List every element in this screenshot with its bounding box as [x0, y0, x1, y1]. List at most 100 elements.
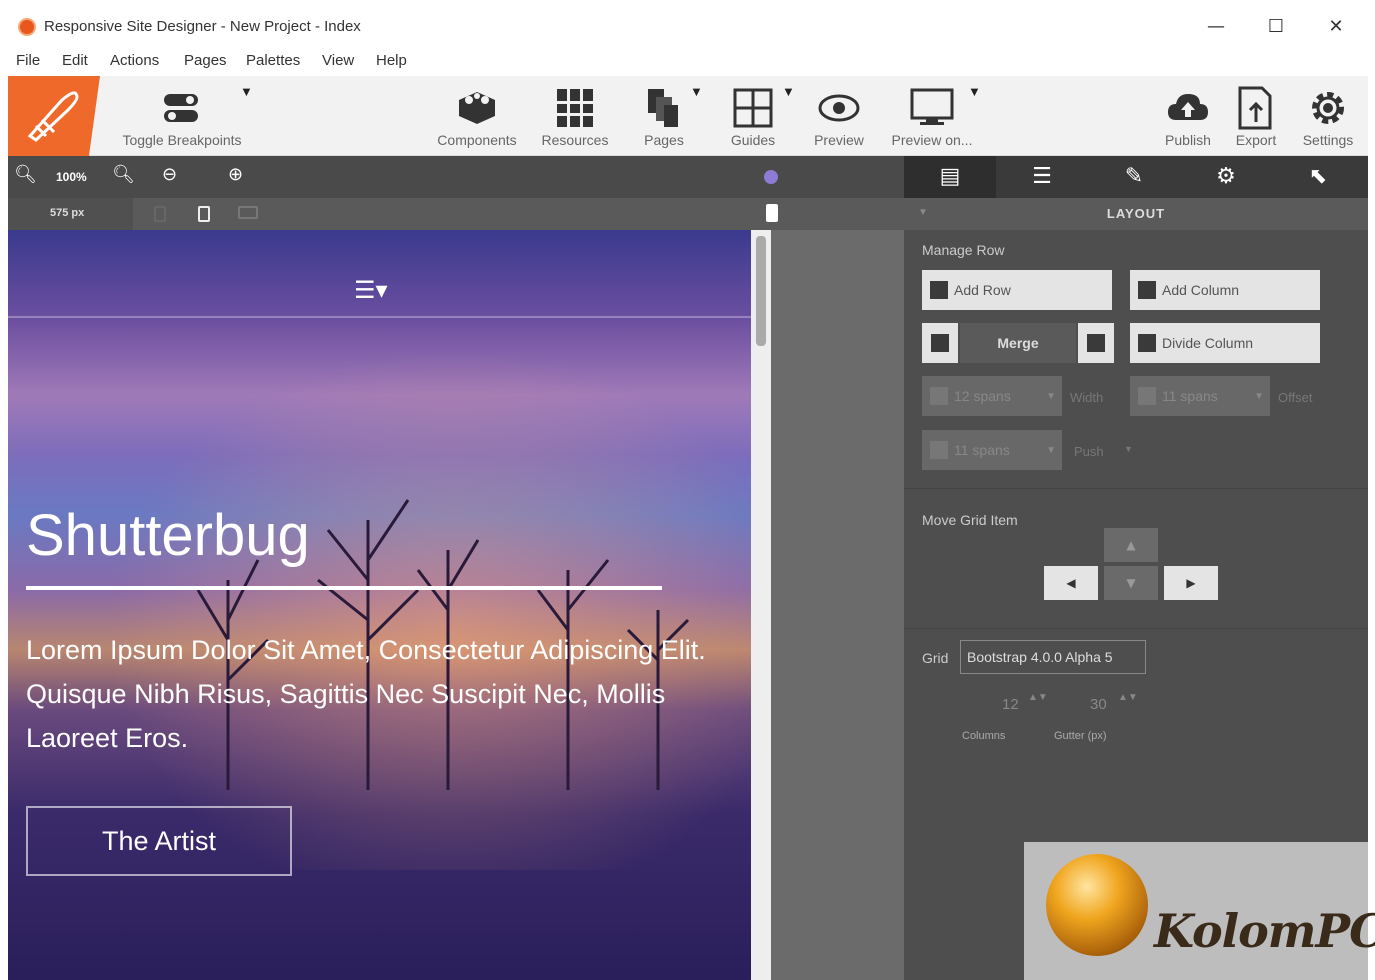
manage-row-label: Manage Row — [922, 242, 1005, 258]
grid-label: Grid — [922, 650, 949, 666]
columns-spinner-arrows-icon[interactable]: ▲▼ — [1028, 692, 1048, 703]
app-icon — [18, 18, 36, 36]
merge-right-button[interactable] — [1078, 323, 1114, 363]
tab-layout[interactable]: ▤ — [904, 156, 996, 198]
divide-column-icon — [1138, 334, 1156, 352]
minimize-button[interactable]: — — [1196, 14, 1236, 40]
tab-style[interactable]: ✎ — [1088, 156, 1180, 198]
tab-inspect[interactable]: ⬉ — [1272, 156, 1364, 198]
menu-file[interactable]: File — [16, 52, 40, 69]
width-select[interactable]: 12 spans ▼ — [922, 376, 1062, 416]
breakpoint-bar: 575 px — [8, 198, 904, 230]
toggle-breakpoints-button[interactable]: Toggle Breakpoints — [112, 84, 252, 148]
pages-dropdown[interactable]: ▼ — [690, 84, 703, 99]
settings-button[interactable]: Settings — [1296, 84, 1360, 148]
move-right-button[interactable]: ▶ — [1164, 566, 1218, 600]
tablet-icon[interactable] — [198, 206, 210, 222]
window-title: Responsive Site Designer - New Project -… — [44, 18, 361, 35]
app-logo — [8, 76, 100, 156]
merge-label: Merge — [960, 323, 1076, 363]
eye-icon — [806, 84, 872, 132]
hamburger-menu-icon[interactable]: ☰▾ — [354, 276, 388, 304]
divide-column-button[interactable]: Divide Column — [1130, 323, 1320, 363]
offset-label: Offset — [1278, 390, 1313, 405]
tab-list[interactable]: ☰ — [996, 156, 1088, 198]
menu-help[interactable]: Help — [376, 52, 407, 69]
section-divider — [904, 628, 1368, 629]
title-bar: Responsive Site Designer - New Project -… — [8, 8, 1368, 46]
hero-paragraph[interactable]: Lorem Ipsum Dolor Sit Amet, Consectetur … — [26, 628, 726, 760]
watermark-text: KolomPC — [1154, 904, 1375, 958]
components-button[interactable]: Components — [432, 84, 522, 148]
zoom-bar: 🔍︎ 100% 🔍︎ ⊖ ⊕ — [8, 156, 904, 198]
push-select[interactable]: 11 spans ▼ — [922, 430, 1062, 470]
columns-label: Columns — [962, 730, 1006, 742]
watermark-orb — [1046, 854, 1148, 956]
menu-bar: File Edit Actions Pages Palettes View He… — [8, 46, 1368, 76]
publish-button[interactable]: Publish — [1160, 84, 1216, 148]
section-divider — [904, 488, 1368, 489]
cloud-upload-icon — [1160, 84, 1216, 132]
preview-on-button[interactable]: Preview on... — [884, 84, 980, 148]
menu-actions[interactable]: Actions — [110, 52, 159, 69]
canvas-scrollbar[interactable] — [751, 230, 771, 980]
main-toolbar: Toggle Breakpoints ▼ Components Resource… — [8, 76, 1368, 156]
design-canvas[interactable]: ☰▾ Shutterbug Lorem Ipsum Dolor Sit Amet… — [8, 230, 751, 980]
resources-button[interactable]: Resources — [534, 84, 616, 148]
watermark: KolomPC — [1024, 842, 1375, 980]
section-header[interactable]: ▼ LAYOUT — [904, 198, 1368, 230]
push-dropdown-icon[interactable]: ▼ — [1124, 444, 1133, 454]
add-row-icon — [930, 281, 948, 299]
desktop-icon[interactable] — [238, 206, 258, 219]
toggle-icon — [112, 84, 252, 132]
gutter-spinner-arrows-icon[interactable]: ▲▼ — [1118, 692, 1138, 703]
gutter-spinner[interactable]: 30 — [1090, 696, 1107, 713]
guides-button[interactable]: Guides — [720, 84, 786, 148]
move-down-button[interactable]: ▼ — [1104, 566, 1158, 600]
move-grid-item-label: Move Grid Item — [922, 512, 1018, 528]
rocket-icon — [27, 91, 79, 142]
minus-icon[interactable]: ⊖ — [162, 164, 177, 185]
plus-icon[interactable]: ⊕ — [228, 164, 243, 185]
merge-right-icon — [1087, 334, 1105, 352]
breakpoint-marker[interactable] — [764, 170, 778, 184]
breakpoint-handle[interactable] — [766, 204, 778, 222]
close-button[interactable]: ✕ — [1316, 14, 1356, 40]
push-label: Push — [1074, 444, 1104, 459]
zoom-out-icon[interactable]: 🔍︎ — [14, 164, 37, 185]
zoom-level: 100% — [56, 170, 87, 184]
export-button[interactable]: Export — [1226, 84, 1286, 148]
add-column-button[interactable]: Add Column — [1130, 270, 1320, 310]
the-artist-button[interactable]: The Artist — [26, 806, 292, 876]
tab-settings[interactable]: ⚙ — [1180, 156, 1272, 198]
add-row-button[interactable]: Add Row — [922, 270, 1112, 310]
grid-framework-select[interactable]: Bootstrap 4.0.0 Alpha 5 — [960, 640, 1146, 674]
panel-tabs: ▤ ☰ ✎ ⚙ ⬉ — [904, 156, 1368, 198]
hero-headline[interactable]: Shutterbug — [26, 502, 310, 569]
menu-palettes[interactable]: Palettes — [246, 52, 300, 69]
columns-spinner[interactable]: 12 — [1002, 696, 1019, 713]
move-up-button[interactable]: ▲ — [1104, 528, 1158, 562]
resources-icon — [534, 84, 616, 132]
monitor-icon — [884, 84, 980, 132]
maximize-button[interactable]: ☐ — [1256, 14, 1296, 40]
gutter-label: Gutter (px) — [1054, 730, 1107, 742]
canvas-gutter — [771, 230, 904, 980]
menu-view[interactable]: View — [322, 52, 354, 69]
gear-icon — [1296, 84, 1360, 132]
guides-dropdown[interactable]: ▼ — [782, 84, 795, 99]
scrollbar-thumb[interactable] — [756, 236, 766, 346]
offset-select[interactable]: 11 spans ▼ — [1130, 376, 1270, 416]
move-left-button[interactable]: ◀ — [1044, 566, 1098, 600]
zoom-in-icon[interactable]: 🔍︎ — [112, 164, 135, 185]
menu-edit[interactable]: Edit — [62, 52, 88, 69]
menu-pages[interactable]: Pages — [184, 52, 227, 69]
chevron-down-icon: ▼ — [1254, 390, 1264, 402]
merge-left-icon — [931, 334, 949, 352]
toggle-breakpoints-dropdown[interactable]: ▼ — [240, 84, 253, 99]
phone-icon[interactable] — [154, 206, 166, 222]
preview-button[interactable]: Preview — [806, 84, 872, 148]
merge-left-button[interactable] — [922, 323, 958, 363]
preview-on-dropdown[interactable]: ▼ — [968, 84, 981, 99]
headline-underline — [26, 586, 662, 590]
